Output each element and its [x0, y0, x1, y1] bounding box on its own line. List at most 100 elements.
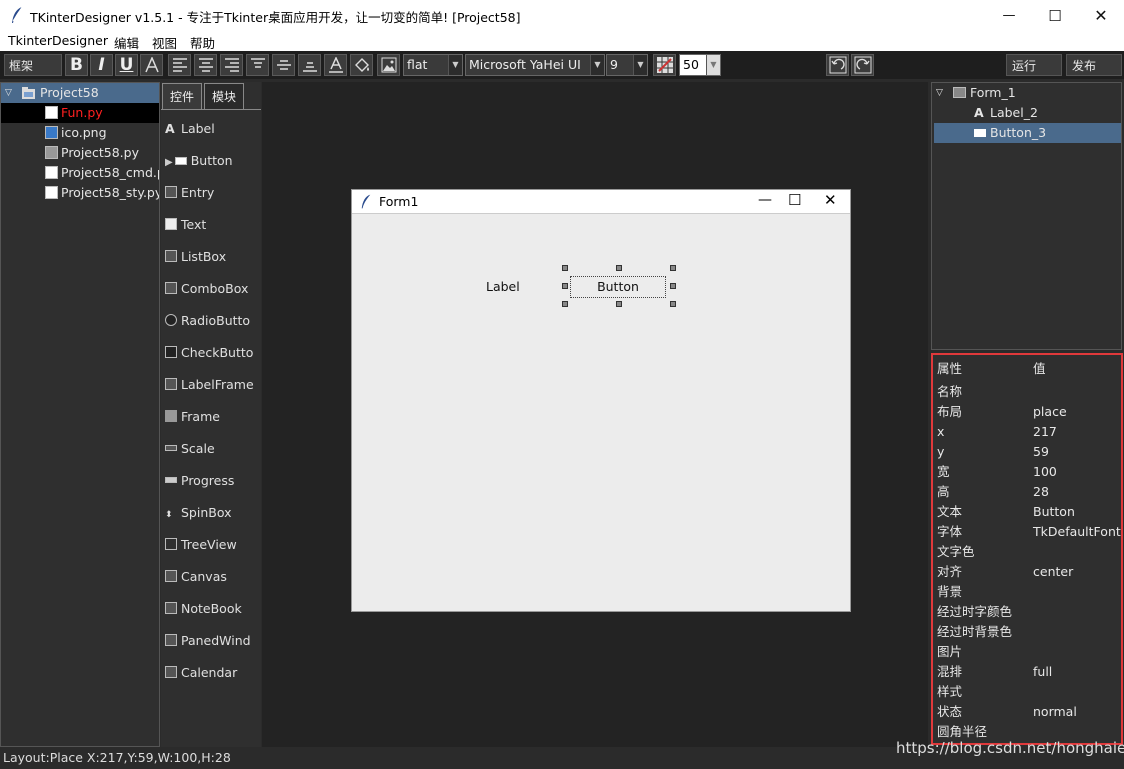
widget-calendar[interactable]: Calendar — [165, 662, 261, 684]
tab-modules[interactable]: 模块 — [204, 83, 244, 109]
font-family-select[interactable]: Microsoft YaHei UI ▼ — [465, 54, 605, 76]
menu-help[interactable]: 帮助 — [190, 33, 215, 52]
text-color-icon[interactable] — [324, 54, 347, 76]
property-row[interactable]: 文字色 — [937, 542, 1121, 562]
expand-arrow-icon[interactable]: ▽ — [936, 83, 943, 103]
property-value[interactable]: center — [1033, 562, 1073, 582]
property-value[interactable]: 28 — [1033, 482, 1049, 502]
property-value[interactable]: 217 — [1033, 422, 1057, 442]
maximize-button[interactable]: ☐ — [1032, 0, 1078, 31]
widget-canvas[interactable]: Canvas — [165, 566, 261, 588]
undo-icon[interactable] — [826, 54, 849, 76]
minimize-button[interactable]: — — [986, 0, 1032, 31]
object-label[interactable]: A Label_2 — [932, 103, 1121, 123]
property-value[interactable]: TkDefaultFont — [1033, 522, 1121, 542]
property-row[interactable]: 宽 100 — [937, 462, 1121, 482]
form-maximize-icon[interactable]: ☐ — [788, 191, 801, 209]
object-form[interactable]: ▽ Form_1 — [932, 83, 1121, 103]
property-row[interactable]: 经过时字颜色 — [937, 602, 1121, 622]
property-row[interactable]: 经过时背景色 — [937, 622, 1121, 642]
tab-controls[interactable]: 控件 — [162, 83, 202, 109]
property-row[interactable]: 状态 normal — [937, 702, 1121, 722]
form-label[interactable]: Label — [486, 279, 520, 294]
tree-root[interactable]: ▽ Project58 — [1, 83, 159, 103]
align-left-icon[interactable] — [168, 54, 191, 76]
resize-handle[interactable] — [670, 301, 676, 307]
property-row[interactable]: y 59 — [937, 442, 1121, 462]
property-value[interactable]: 100 — [1033, 462, 1057, 482]
property-value[interactable]: normal — [1033, 702, 1077, 722]
widget-panedwindow[interactable]: PanedWind — [165, 630, 261, 652]
form-button[interactable]: Button — [570, 276, 666, 298]
resize-handle[interactable] — [670, 283, 676, 289]
form-minimize-icon[interactable]: — — [758, 192, 772, 208]
property-value[interactable]: full — [1033, 662, 1052, 682]
property-value[interactable]: 59 — [1033, 442, 1049, 462]
widget-treeview[interactable]: TreeView — [165, 534, 261, 556]
widget-frame[interactable]: Frame — [165, 406, 261, 428]
widget-combobox[interactable]: ComboBox — [165, 278, 261, 300]
publish-button[interactable]: 发布 — [1066, 54, 1122, 76]
widget-labelframe[interactable]: LabelFrame — [165, 374, 261, 396]
tree-file[interactable]: Fun.py — [1, 103, 159, 123]
tree-file[interactable]: Project58_cmd.py — [1, 163, 159, 183]
font-size-select[interactable]: 9 ▼ — [606, 54, 648, 76]
property-row[interactable]: 背景 — [937, 582, 1121, 602]
align-center-icon[interactable] — [194, 54, 217, 76]
frame-selector[interactable]: 框架 — [4, 54, 62, 76]
property-row[interactable]: 对齐 center — [937, 562, 1121, 582]
resize-handle[interactable] — [562, 301, 568, 307]
widget-spinbox[interactable]: ⬍ SpinBox — [165, 502, 261, 524]
property-row[interactable]: 图片 — [937, 642, 1121, 662]
widget-progress[interactable]: Progress — [165, 470, 261, 492]
widget-button[interactable]: ▶ Button — [165, 150, 261, 172]
tree-file[interactable]: Project58.py — [1, 143, 159, 163]
tree-file[interactable]: ico.png — [1, 123, 159, 143]
resize-handle[interactable] — [562, 283, 568, 289]
property-row[interactable]: 名称 — [937, 382, 1121, 402]
design-form[interactable]: Form1 — ☐ ✕ Label Button — [351, 189, 851, 612]
redo-icon[interactable] — [851, 54, 874, 76]
property-value[interactable]: place — [1033, 402, 1067, 422]
widget-scale[interactable]: Scale — [165, 438, 261, 460]
underline-button[interactable]: U — [115, 54, 138, 76]
align-right-icon[interactable] — [220, 54, 243, 76]
object-button[interactable]: Button_3 — [934, 123, 1121, 143]
property-row[interactable]: 混排 full — [937, 662, 1121, 682]
relief-select[interactable]: flat ▼ — [403, 54, 463, 76]
property-value[interactable]: Button — [1033, 502, 1075, 522]
italic-button[interactable]: I — [90, 54, 113, 76]
property-row[interactable]: 布局 place — [937, 402, 1121, 422]
menu-tkinterdesigner[interactable]: TkinterDesigner — [8, 33, 108, 48]
menu-edit[interactable]: 编辑 — [114, 33, 139, 52]
align-bottom-icon[interactable] — [298, 54, 321, 76]
widget-notebook[interactable]: NoteBook — [165, 598, 261, 620]
bold-button[interactable]: B — [65, 54, 88, 76]
tree-file[interactable]: Project58_sty.py — [1, 183, 159, 203]
run-button[interactable]: 运行 — [1006, 54, 1062, 76]
align-top-icon[interactable] — [246, 54, 269, 76]
resize-handle[interactable] — [670, 265, 676, 271]
property-row[interactable]: 字体 TkDefaultFont — [937, 522, 1121, 542]
expand-arrow-icon[interactable]: ▽ — [5, 83, 12, 103]
widget-listbox[interactable]: ListBox — [165, 246, 261, 268]
property-row[interactable]: 文本 Button — [937, 502, 1121, 522]
resize-handle[interactable] — [562, 265, 568, 271]
fill-color-icon[interactable] — [350, 54, 373, 76]
widget-radiobutton[interactable]: RadioButto — [165, 310, 261, 332]
image-icon[interactable] — [377, 54, 400, 76]
font-color-icon[interactable] — [140, 54, 163, 76]
close-button[interactable]: ✕ — [1078, 0, 1124, 31]
widget-label[interactable]: A Label — [165, 118, 261, 140]
widget-text[interactable]: Text — [165, 214, 261, 236]
property-row[interactable]: 样式 — [937, 682, 1121, 702]
widget-entry[interactable]: Entry — [165, 182, 261, 204]
menu-view[interactable]: 视图 — [152, 33, 177, 52]
grid-icon[interactable] — [653, 54, 676, 76]
grid-size-select[interactable]: 50 ▼ — [679, 54, 721, 76]
property-row[interactable]: x 217 — [937, 422, 1121, 442]
form-close-icon[interactable]: ✕ — [824, 191, 837, 209]
resize-handle[interactable] — [616, 265, 622, 271]
align-middle-icon[interactable] — [272, 54, 295, 76]
property-row[interactable]: 高 28 — [937, 482, 1121, 502]
